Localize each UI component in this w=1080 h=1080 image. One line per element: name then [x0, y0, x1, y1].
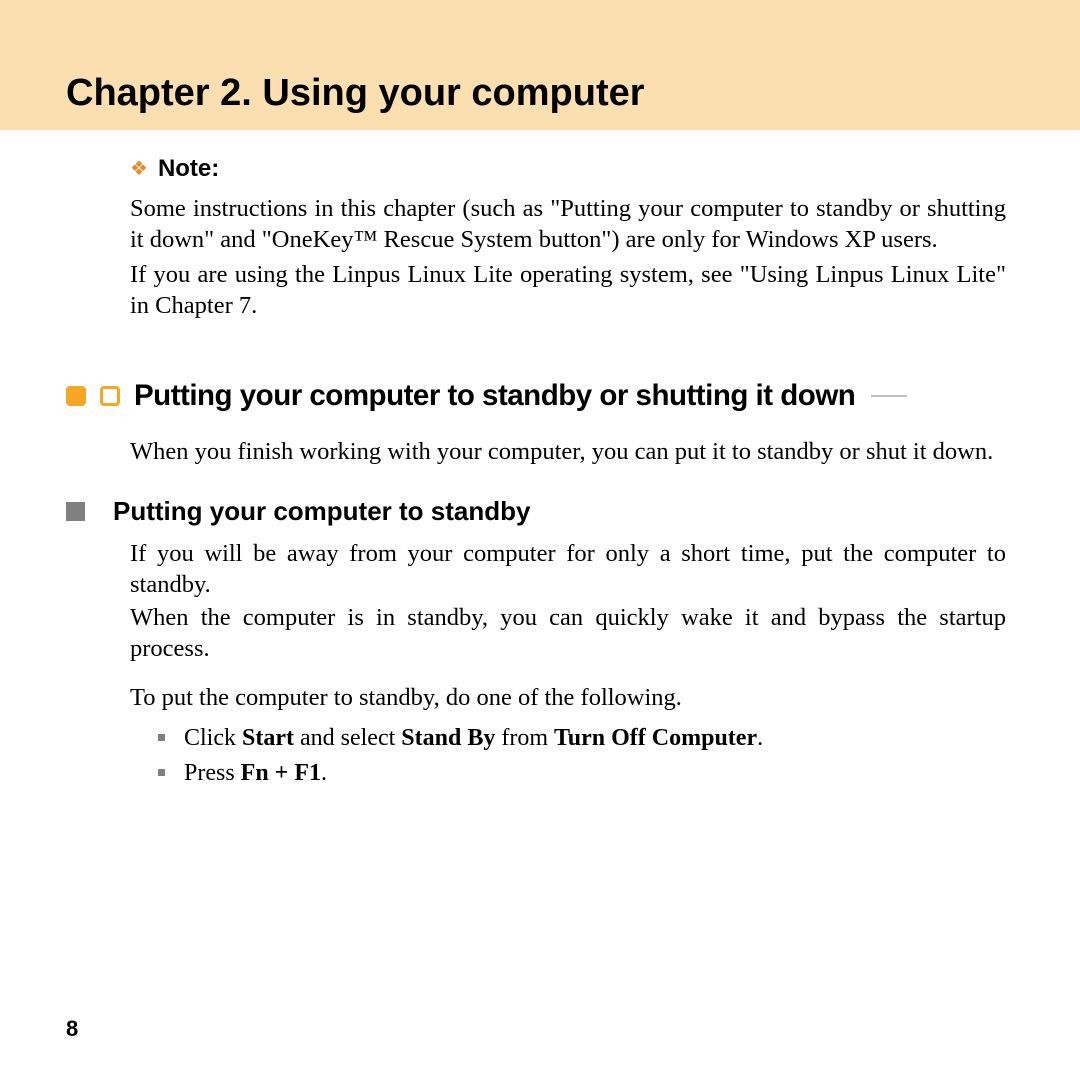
subsection-para-3: To put the computer to standby, do one o… [130, 683, 1006, 714]
bullet-list: Click Start and select Stand By from Tur… [130, 722, 1006, 791]
note-label: Note: [158, 155, 219, 183]
bold-standby: Stand By [401, 725, 495, 751]
subsection-heading-row: Putting your computer to standby [66, 496, 1006, 527]
section-heading-row: Putting your computer to standby or shut… [66, 379, 1006, 413]
note-bullet-icon: ❖ [130, 159, 146, 179]
list-item: Press Fn + F1. [158, 757, 1006, 791]
bullet-text: from [495, 725, 554, 751]
list-item: Click Start and select Stand By from Tur… [158, 722, 1006, 756]
bold-start: Start [242, 725, 294, 751]
subsection-para-2: When the computer is in standby, you can… [130, 603, 1006, 665]
subsection-title: Putting your computer to standby [113, 496, 530, 527]
bullet-text: and select [294, 725, 401, 751]
subsection-bullet-icon [66, 502, 85, 521]
section-intro: When you finish working with your comput… [130, 437, 1006, 468]
content-area: ❖ Note: Some instructions in this chapte… [130, 155, 1006, 793]
section-title: Putting your computer to standby or shut… [134, 379, 855, 413]
note-paragraph-1: Some instructions in this chapter (such … [130, 193, 1006, 256]
bullet-text: . [321, 760, 327, 786]
bullet-text: Press [184, 760, 241, 786]
subsection-para-1: If you will be away from your computer f… [130, 539, 1006, 601]
page-number: 8 [66, 1016, 78, 1042]
section-bullet-solid-icon [66, 386, 86, 406]
note-paragraph-2: If you are using the Linpus Linux Lite o… [130, 259, 1006, 322]
chapter-title: Chapter 2. Using your computer [66, 72, 645, 115]
bullet-text: . [757, 725, 763, 751]
bold-turnoff: Turn Off Computer [554, 725, 757, 751]
section-bullet-outline-icon [100, 386, 120, 406]
section-rule-icon [871, 395, 907, 397]
note-header: ❖ Note: [130, 155, 1006, 183]
bold-fnf1: Fn + F1 [241, 760, 321, 786]
bullet-text: Click [184, 725, 242, 751]
